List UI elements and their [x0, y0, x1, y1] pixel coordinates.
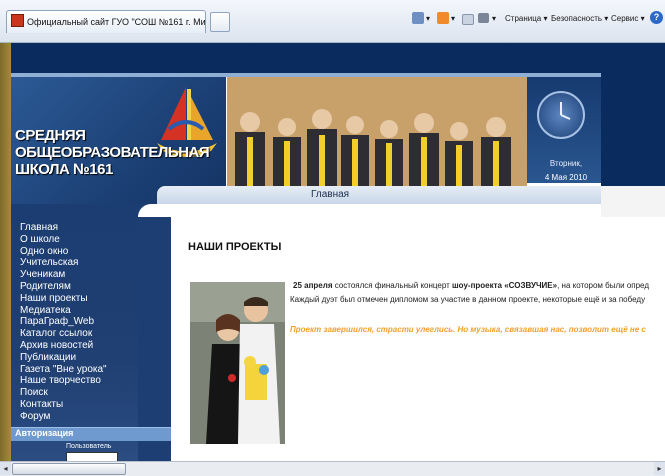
- safety-menu[interactable]: Безопасность ▾: [551, 14, 608, 23]
- sidebar-item-newspaper[interactable]: Газета "Вне урока": [20, 364, 107, 376]
- clock-icon: [537, 91, 585, 139]
- header-top-stripe: [11, 43, 665, 73]
- sidebar-item-parents[interactable]: Родителям: [20, 281, 107, 293]
- home-dropdown-arrow[interactable]: ▾: [426, 14, 430, 23]
- school-name-line-1: СРЕДНЯЯ: [15, 127, 86, 144]
- para1-mid: состоялся финальный концерт: [332, 281, 453, 290]
- username-input[interactable]: [66, 452, 118, 461]
- page-menu[interactable]: Страница ▾: [505, 14, 548, 23]
- sidebar-item-publications[interactable]: Публикации: [20, 352, 107, 364]
- project-name: шоу-проекта «СОЗВУЧИЕ»: [452, 281, 558, 290]
- safety-menu-label: Безопасность: [551, 14, 603, 23]
- clock-hands: [560, 102, 571, 120]
- page-menu-label: Страница: [505, 14, 542, 23]
- school-name-line-3: ШКОЛА №161: [15, 161, 113, 178]
- browser-tab-active[interactable]: Официальный сайт ГУО "СОШ №161 г. Минска…: [6, 10, 206, 33]
- page-left-edge: [0, 43, 11, 461]
- sidebar-item-media[interactable]: Медиатека: [20, 305, 107, 317]
- help-icon[interactable]: ?: [650, 11, 663, 24]
- sidebar-item-home[interactable]: Главная: [20, 222, 107, 234]
- school-name: СРЕДНЯЯ ОБЩЕОБРАЗОВАТЕЛЬНАЯ ШКОЛА №161: [15, 127, 210, 178]
- nav-current-page[interactable]: Главная: [311, 189, 349, 200]
- web-page: СРЕДНЯЯ ОБЩЕОБРАЗОВАТЕЛЬНАЯ ШКОЛА №161 В…: [11, 43, 665, 461]
- nav-right-area: [601, 186, 665, 217]
- date-full: 4 Мая 2010: [544, 173, 588, 182]
- sidebar-item-about[interactable]: О школе: [20, 234, 107, 246]
- sidebar-item-contacts[interactable]: Контакты: [20, 399, 107, 411]
- print-dropdown-arrow[interactable]: ▾: [492, 14, 496, 23]
- scroll-right-arrow-icon[interactable]: ▸: [654, 462, 665, 475]
- tools-menu-label: Сервис: [611, 14, 639, 23]
- para1-end: , на котором были опред: [557, 281, 649, 290]
- sidebar-item-teachers[interactable]: Учительская: [20, 257, 107, 269]
- sidebar-item-one-window[interactable]: Одно окно: [20, 246, 107, 258]
- page-title: НАШИ ПРОЕКТЫ: [188, 241, 282, 253]
- duet-photo-illustration: [190, 282, 285, 444]
- nav-bar: [157, 186, 601, 204]
- scrollbar-thumb[interactable]: [12, 463, 126, 475]
- sidebar-item-students[interactable]: Ученикам: [20, 269, 107, 281]
- favicon-icon: [11, 14, 24, 27]
- project-paragraph-3: Проект завершился, страсти улеглись. Но …: [290, 325, 646, 334]
- sidebar-item-creativity[interactable]: Наше творчество: [20, 375, 107, 387]
- home-icon[interactable]: [412, 12, 424, 24]
- print-icon[interactable]: [478, 13, 489, 23]
- sidebar-item-news-archive[interactable]: Архив новостей: [20, 340, 107, 352]
- rss-feed-icon[interactable]: [437, 12, 449, 24]
- sidebar-item-links[interactable]: Каталог ссылок: [20, 328, 107, 340]
- duet-photo: [190, 282, 285, 444]
- sidebar-item-paragraf[interactable]: ПараГраф_Web: [20, 316, 107, 328]
- scroll-left-arrow-icon[interactable]: ◂: [0, 462, 11, 475]
- sidebar-menu: Главная О школе Одно окно Учительская Уч…: [20, 222, 107, 423]
- concert-date: 25 апреля: [293, 281, 333, 290]
- username-label: Пользователь: [66, 443, 112, 450]
- content-top-curve: [138, 204, 601, 217]
- sidebar-item-projects[interactable]: Наши проекты: [20, 293, 107, 305]
- tools-menu[interactable]: Сервис ▾: [611, 14, 645, 23]
- sidebar-item-forum[interactable]: Форум: [20, 411, 107, 423]
- school-name-line-2: ОБЩЕОБРАЗОВАТЕЛЬНАЯ: [15, 144, 210, 161]
- rss-dropdown-arrow[interactable]: ▾: [451, 14, 455, 23]
- project-paragraph-2: Каждый дуэт был отмечен дипломом за учас…: [290, 295, 646, 304]
- date-weekday: Вторник,: [549, 159, 583, 168]
- mail-icon[interactable]: [462, 14, 474, 25]
- sidebar-item-search[interactable]: Поиск: [20, 387, 107, 399]
- new-tab-button[interactable]: [210, 12, 230, 32]
- sidebar-column-strip: [138, 217, 171, 461]
- auth-title: Авторизация: [15, 428, 74, 438]
- project-paragraph-1: 25 апреля состоялся финальный концерт шо…: [293, 280, 665, 292]
- tab-title: Официальный сайт ГУО "СОШ №161 г. Минска…: [27, 17, 206, 27]
